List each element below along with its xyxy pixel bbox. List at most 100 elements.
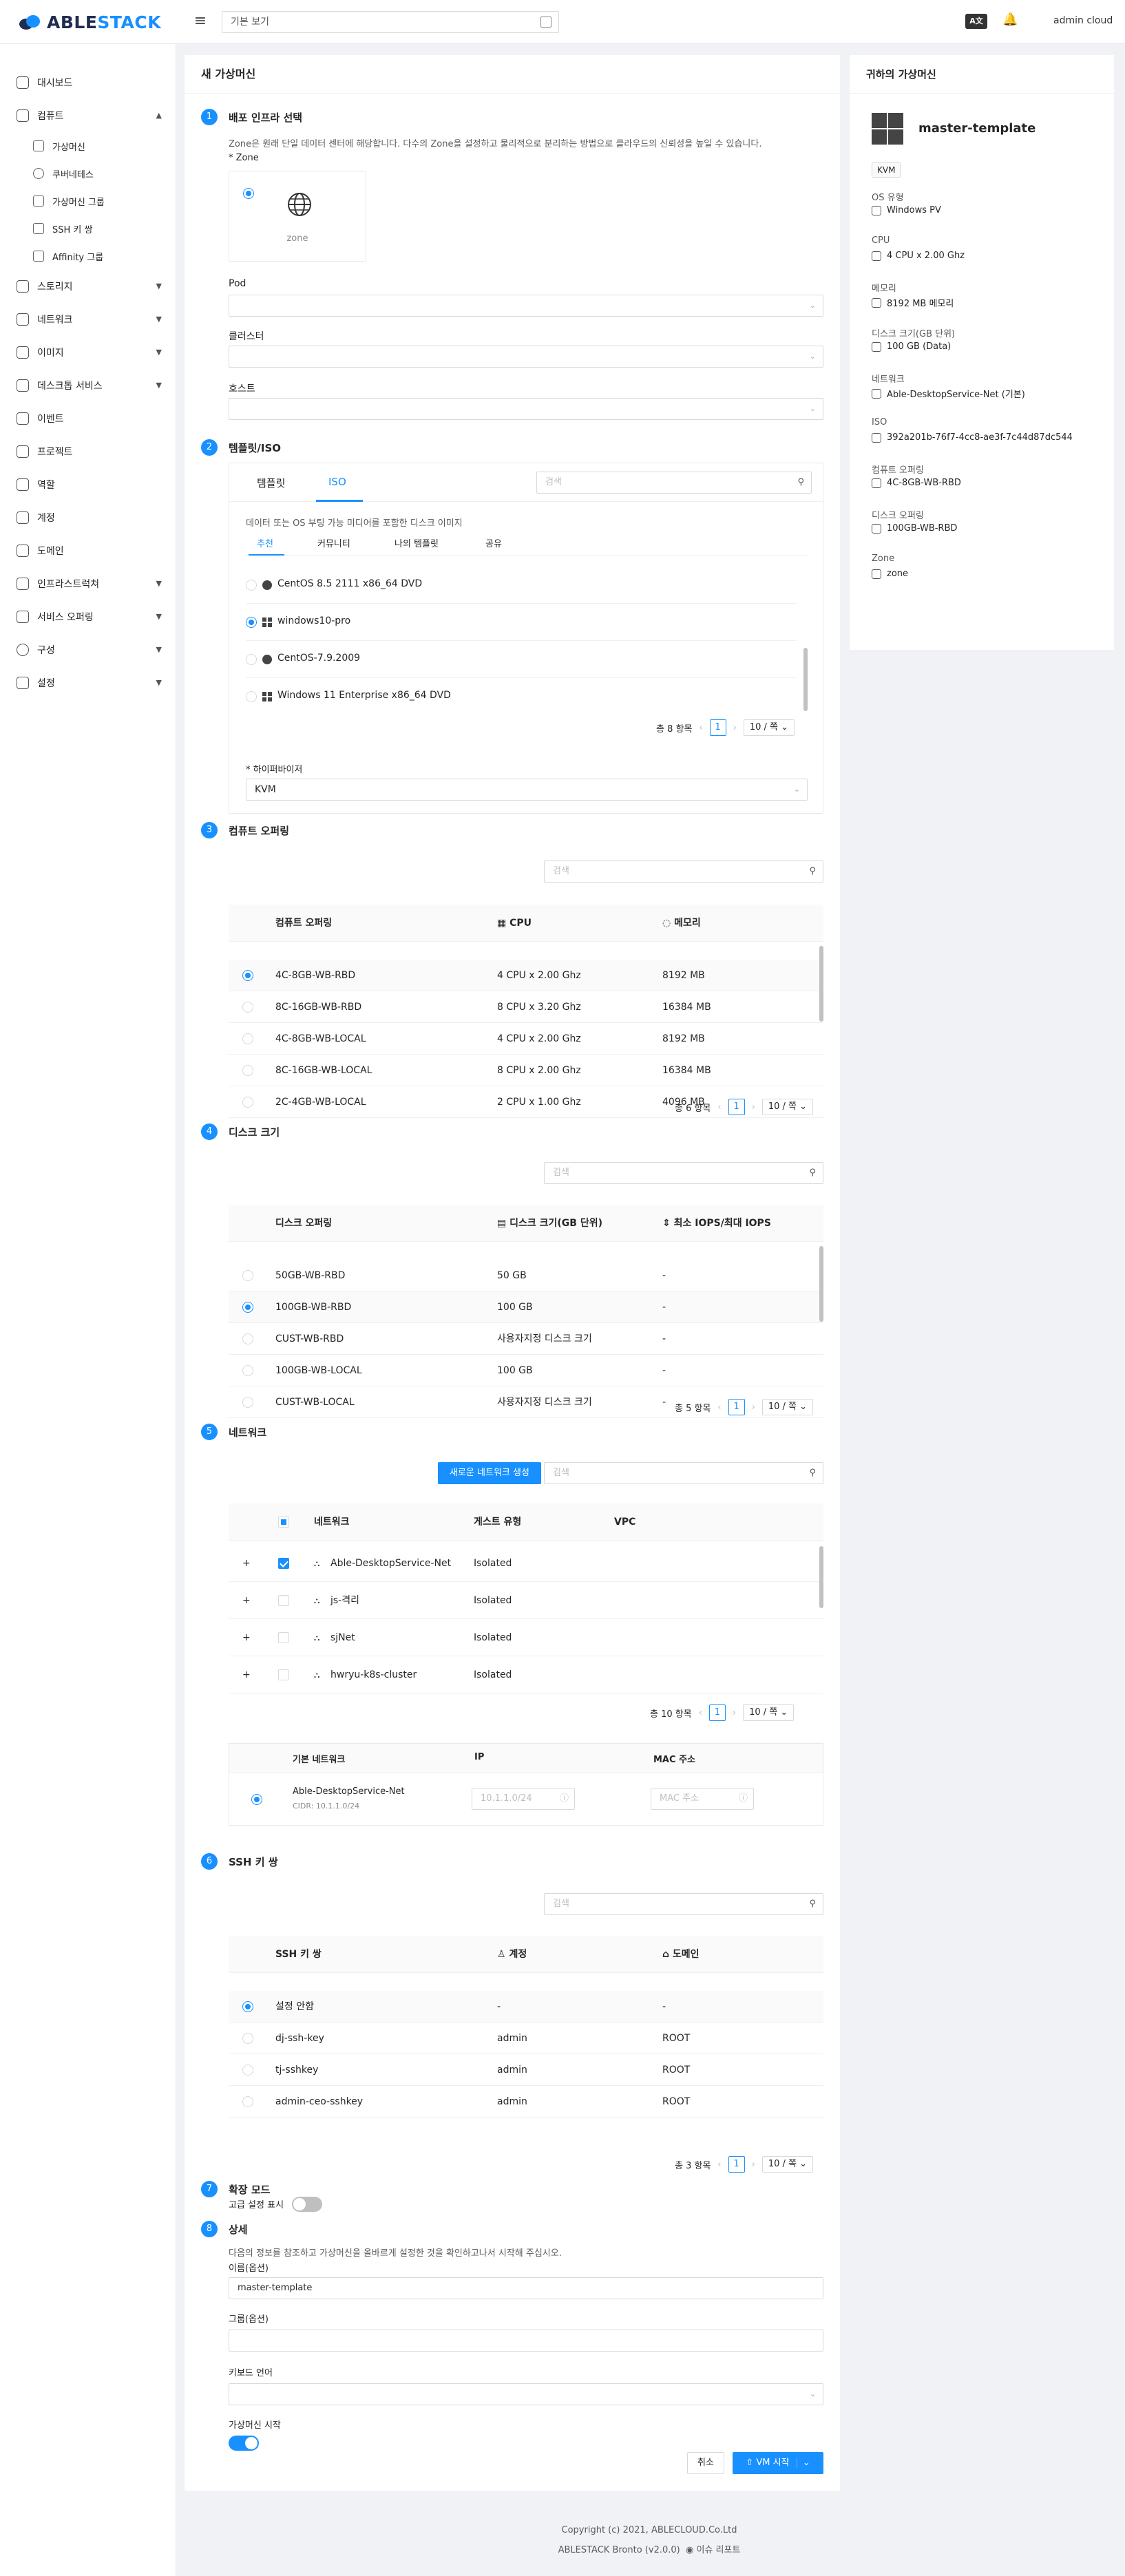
compute-offering-radio[interactable]: [242, 1065, 253, 1076]
disk-search-input[interactable]: 검색 ⚲: [544, 1162, 823, 1184]
nav-roles[interactable]: 역할: [0, 468, 176, 501]
nav-accounts[interactable]: 계정: [0, 501, 176, 534]
network-row[interactable]: + ⛬ js-격리 Isolated: [229, 1582, 823, 1619]
network-row[interactable]: + ⛬ sjNet Isolated: [229, 1619, 823, 1656]
next-page-icon[interactable]: ›: [752, 1402, 755, 1413]
language-icon[interactable]: A文: [965, 14, 987, 29]
compute-offering-radio[interactable]: [242, 1097, 253, 1108]
network-row[interactable]: + ⛬ hwryu-k8s-cluster Isolated: [229, 1656, 823, 1693]
nav-dashboard[interactable]: 대시보드: [0, 66, 176, 99]
tab-template[interactable]: 템플릿: [257, 476, 285, 490]
nav-vm[interactable]: 가상머신: [0, 132, 176, 160]
page-1[interactable]: 1: [728, 2156, 745, 2173]
iso-item[interactable]: windows10-pro: [246, 604, 797, 641]
start-vm-switch[interactable]: [229, 2436, 259, 2451]
next-page-icon[interactable]: ›: [733, 723, 737, 733]
pod-select[interactable]: ⌄: [229, 295, 823, 317]
keyboard-select[interactable]: ⌄: [229, 2383, 823, 2405]
ssh-key-row[interactable]: dj-ssh-key admin ROOT: [229, 2023, 823, 2054]
page-size-select[interactable]: 10 / 쪽 ⌄: [743, 719, 795, 736]
menu-fold-icon[interactable]: ≡: [191, 12, 209, 30]
nav-configuration[interactable]: 구성 ▼: [0, 633, 176, 666]
expand-icon[interactable]: +: [242, 1619, 251, 1656]
project-select[interactable]: 기본 보기: [222, 11, 559, 33]
next-page-icon[interactable]: ›: [733, 1708, 736, 1718]
iso-item[interactable]: CentOS 8.5 2111 x86_64 DVD: [246, 567, 797, 604]
expand-icon[interactable]: +: [242, 1545, 251, 1582]
disk-offering-radio[interactable]: [242, 1333, 253, 1344]
nav-projects[interactable]: 프로젝트: [0, 435, 176, 468]
nav-settings[interactable]: 설정 ▼: [0, 666, 176, 699]
expand-icon[interactable]: +: [242, 1582, 251, 1619]
ssh-key-radio[interactable]: [242, 2001, 253, 2012]
compute-offering-row[interactable]: 4C-8GB-WB-LOCAL 4 CPU x 2.00 Ghz 8192 MB: [229, 1023, 823, 1055]
ssh-key-row[interactable]: admin-ceo-sshkey admin ROOT: [229, 2086, 823, 2118]
bell-icon[interactable]: 🔔: [1002, 12, 1018, 27]
logo[interactable]: ABLESTACK: [18, 10, 161, 34]
zone-card[interactable]: zone: [229, 171, 366, 262]
network-checkbox[interactable]: [278, 1558, 289, 1569]
vm-group-input[interactable]: [229, 2330, 823, 2352]
page-size-select[interactable]: 10 / 쪽 ⌄: [761, 1399, 814, 1415]
iso-scrollbar[interactable]: [803, 648, 808, 711]
page-1[interactable]: 1: [728, 1399, 745, 1415]
nav-storage[interactable]: 스토리지 ▼: [0, 270, 176, 303]
subtab-mine[interactable]: 나의 템플릿: [395, 536, 439, 549]
ssh-search-input[interactable]: 검색 ⚲: [544, 1893, 823, 1915]
disk-offering-radio[interactable]: [242, 1270, 253, 1281]
zone-radio[interactable]: [243, 188, 254, 199]
disk-offering-row[interactable]: CUST-WB-RBD 사용자지정 디스크 크기 -: [229, 1323, 823, 1355]
prev-page-icon[interactable]: ‹: [717, 1402, 721, 1413]
network-checkbox[interactable]: [278, 1632, 289, 1643]
ip-address-input[interactable]: 10.1.1.0/24 ⓘ: [472, 1788, 575, 1810]
prev-page-icon[interactable]: ‹: [717, 1102, 721, 1112]
select-all-checkbox[interactable]: [278, 1517, 289, 1528]
network-checkbox[interactable]: [278, 1669, 289, 1680]
disk-offering-radio[interactable]: [242, 1397, 253, 1408]
compute-offering-radio[interactable]: [242, 1033, 253, 1044]
iso-item[interactable]: CentOS-7.9.2009: [246, 641, 797, 678]
disk-offering-radio[interactable]: [242, 1365, 253, 1376]
compute-search-input[interactable]: 검색 ⚲: [544, 861, 823, 883]
network-row[interactable]: + ⛬ Able-DesktopService-Net Isolated: [229, 1545, 823, 1582]
page-size-select[interactable]: 10 / 쪽 ⌄: [761, 2156, 814, 2173]
prev-page-icon[interactable]: ‹: [699, 1708, 702, 1718]
vm-name-input[interactable]: master-template: [229, 2277, 823, 2299]
nav-service-offering[interactable]: 서비스 오퍼링 ▼: [0, 600, 176, 633]
network-checkbox[interactable]: [278, 1595, 289, 1606]
next-page-icon[interactable]: ›: [752, 2160, 755, 2170]
prev-page-icon[interactable]: ‹: [699, 723, 702, 733]
ssh-key-row[interactable]: tj-sshkey admin ROOT: [229, 2054, 823, 2086]
start-vm-button[interactable]: ⇧ VM 시작 ⌄: [733, 2452, 823, 2474]
compute-offering-radio[interactable]: [242, 970, 253, 981]
nav-affinity[interactable]: Affinity 그룹: [0, 242, 176, 270]
mac-address-input[interactable]: MAC 주소 ⓘ: [651, 1788, 754, 1810]
iso-search-input[interactable]: 검색 ⚲: [536, 472, 812, 494]
nav-image[interactable]: 이미지 ▼: [0, 336, 176, 369]
iso-radio[interactable]: [246, 691, 257, 702]
ssh-key-radio[interactable]: [242, 2033, 253, 2044]
disk-scrollbar[interactable]: [819, 1246, 823, 1322]
page-1[interactable]: 1: [709, 719, 726, 736]
nav-network[interactable]: 네트워크 ▼: [0, 303, 176, 336]
page-1[interactable]: 1: [708, 1704, 726, 1721]
ssh-key-row[interactable]: 설정 안함 - -: [229, 1991, 823, 2023]
page-size-select[interactable]: 10 / 쪽 ⌄: [761, 1099, 814, 1115]
disk-offering-radio[interactable]: [242, 1302, 253, 1313]
ssh-key-radio[interactable]: [242, 2096, 253, 2107]
nav-events[interactable]: 이벤트: [0, 402, 176, 435]
network-search-input[interactable]: 검색 ⚲: [544, 1462, 823, 1484]
create-network-button[interactable]: 새로운 네트워크 생성: [438, 1462, 541, 1484]
next-page-icon[interactable]: ›: [752, 1102, 755, 1112]
disk-offering-row[interactable]: 50GB-WB-RBD 50 GB -: [229, 1260, 823, 1291]
cancel-button[interactable]: 취소: [687, 2452, 724, 2474]
compute-offering-row[interactable]: 4C-8GB-WB-RBD 4 CPU x 2.00 Ghz 8192 MB: [229, 960, 823, 991]
nav-domains[interactable]: 도메인: [0, 534, 176, 567]
issue-report-link[interactable]: 이슈 리포트: [696, 2545, 740, 2555]
prev-page-icon[interactable]: ‹: [717, 2160, 721, 2170]
disk-offering-row[interactable]: 100GB-WB-RBD 100 GB -: [229, 1291, 823, 1323]
page-1[interactable]: 1: [728, 1099, 745, 1115]
nav-desktop-service[interactable]: 데스크톱 서비스 ▼: [0, 369, 176, 402]
hypervisor-select[interactable]: KVM ⌄: [246, 779, 808, 801]
compute-offering-radio[interactable]: [242, 1002, 253, 1013]
